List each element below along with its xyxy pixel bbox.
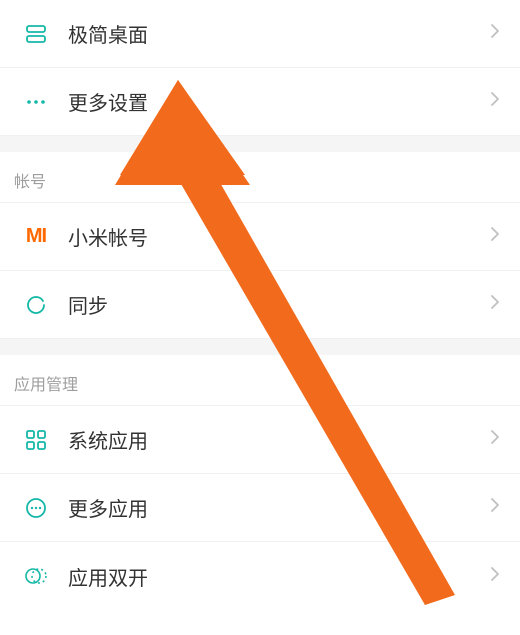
chevron-right-icon (490, 497, 500, 518)
apps-grid-icon (14, 428, 58, 452)
more-apps-icon (14, 496, 58, 520)
section-divider (0, 136, 520, 152)
item-label: 同步 (58, 290, 490, 319)
simple-desktop-icon (14, 22, 58, 46)
chevron-right-icon (490, 226, 500, 247)
mi-logo-icon: MI (14, 225, 58, 248)
section-header-account: 帐号 (0, 152, 520, 203)
sync-icon (14, 293, 58, 317)
settings-item-more-apps[interactable]: 更多应用 (0, 474, 520, 542)
more-dots-icon (14, 90, 58, 114)
settings-item-dual-apps[interactable]: 应用双开 (0, 542, 520, 610)
item-label: 应用双开 (58, 562, 490, 591)
chevron-right-icon (490, 23, 500, 44)
item-label: 更多应用 (58, 493, 490, 522)
item-label: 小米帐号 (58, 222, 490, 251)
settings-item-sync[interactable]: 同步 (0, 271, 520, 339)
settings-item-system-apps[interactable]: 系统应用 (0, 406, 520, 474)
settings-item-simple-desktop[interactable]: 极简桌面 (0, 0, 520, 68)
section-header-app-management: 应用管理 (0, 355, 520, 406)
dual-apps-icon (14, 564, 58, 588)
item-label: 系统应用 (58, 425, 490, 454)
chevron-right-icon (490, 91, 500, 112)
settings-list: 极简桌面 更多设置 帐号 MI 小米帐号 (0, 0, 520, 610)
chevron-right-icon (490, 294, 500, 315)
chevron-right-icon (490, 566, 500, 587)
settings-item-more-settings[interactable]: 更多设置 (0, 68, 520, 136)
section-divider (0, 339, 520, 355)
item-label: 极简桌面 (58, 19, 490, 48)
settings-item-xiaomi-account[interactable]: MI 小米帐号 (0, 203, 520, 271)
item-label: 更多设置 (58, 87, 490, 116)
chevron-right-icon (490, 429, 500, 450)
